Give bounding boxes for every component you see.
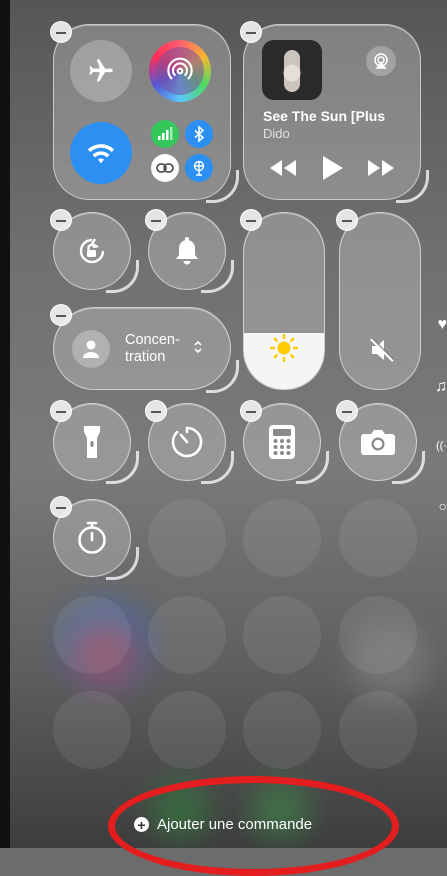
brightness-slider[interactable] [243, 212, 325, 390]
empty-slot [53, 596, 131, 674]
bluetooth-icon [194, 126, 205, 142]
add-control-label: Ajouter une commande [157, 816, 313, 833]
music-note-icon: ♫ [435, 378, 447, 395]
bluetooth-button[interactable] [185, 120, 213, 148]
empty-slot [243, 596, 321, 674]
person-icon [83, 340, 99, 358]
remove-flashlight-button[interactable] [50, 400, 72, 422]
stopwatch-icon [78, 521, 106, 554]
remove-silent-mode-button[interactable] [145, 209, 167, 231]
sun-icon [269, 333, 299, 363]
plus-circle-icon: + [134, 817, 149, 832]
wifi-button[interactable] [70, 122, 132, 184]
antenna-icon: ((· [436, 440, 447, 452]
remove-focus-button[interactable] [50, 304, 72, 326]
bell-icon [176, 237, 198, 265]
previous-track-button[interactable] [268, 156, 298, 180]
timer-icon [171, 426, 203, 458]
album-art [262, 40, 322, 100]
airplay-button[interactable] [366, 46, 396, 76]
track-title: See The Sun [Plus [263, 108, 386, 124]
empty-slot [148, 596, 226, 674]
airplay-icon [374, 53, 388, 69]
wifi-icon [87, 144, 115, 164]
focus-label: Concen- tration [125, 332, 180, 365]
remove-brightness-button[interactable] [240, 209, 262, 231]
album-art-figure [284, 50, 300, 92]
remove-now-playing-button[interactable] [240, 21, 262, 43]
chevron-up-down-icon [193, 340, 203, 355]
heart-icon: ♥ [437, 316, 447, 333]
remove-camera-button[interactable] [336, 400, 358, 422]
airplane-mode-button[interactable] [70, 40, 132, 102]
camera-icon [361, 430, 395, 455]
empty-slot [243, 691, 321, 769]
remove-timer-button[interactable] [145, 400, 167, 422]
cellular-signal-icon [158, 127, 173, 140]
screen-edge [0, 0, 10, 848]
fast-forward-icon [368, 160, 394, 176]
empty-slot [53, 691, 131, 769]
airplane-icon [89, 59, 113, 82]
remove-stopwatch-button[interactable] [50, 496, 72, 518]
focus-icon-circle [72, 330, 110, 368]
flashlight-icon [84, 426, 100, 458]
track-artist: Dido [263, 126, 290, 141]
page-dot-icon: ○ [438, 498, 447, 514]
airdrop-icon [167, 57, 193, 80]
play-icon [323, 156, 343, 180]
speaker-muted-icon [370, 337, 395, 362]
airdrop-button[interactable] [149, 40, 211, 102]
empty-slot [339, 499, 417, 577]
play-button[interactable] [318, 154, 348, 182]
remove-volume-button[interactable] [336, 209, 358, 231]
remove-connectivity-button[interactable] [50, 21, 72, 43]
empty-slot [339, 691, 417, 769]
link-icon [156, 163, 174, 173]
globe-tree-icon [193, 160, 205, 176]
volume-slider[interactable] [339, 212, 421, 390]
add-control-button[interactable]: + Ajouter une commande [134, 816, 312, 833]
rotation-lock-icon [79, 238, 105, 264]
empty-slot [243, 499, 321, 577]
empty-slot [339, 596, 417, 674]
remove-orientation-lock-button[interactable] [50, 209, 72, 231]
next-track-button[interactable] [366, 156, 396, 180]
cellular-data-button[interactable] [151, 120, 179, 148]
empty-slot [148, 691, 226, 769]
hotspot-button[interactable] [151, 154, 179, 182]
rewind-icon [270, 160, 296, 176]
empty-slot [148, 499, 226, 577]
remove-calculator-button[interactable] [240, 400, 262, 422]
calculator-icon [269, 425, 295, 459]
airdrop-inner [156, 47, 204, 95]
